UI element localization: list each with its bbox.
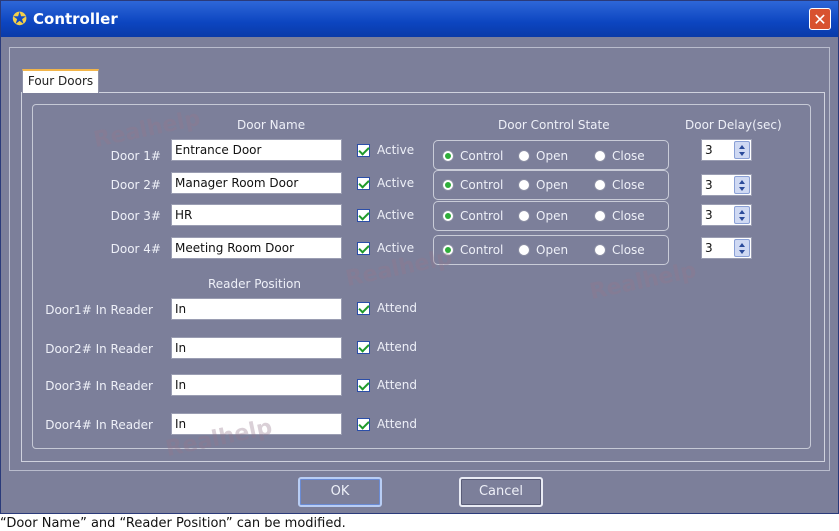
door-4-label: Door 4#: [110, 242, 161, 256]
reader-2-label: Door2# In Reader: [45, 342, 153, 356]
door-3-active-checkbox[interactable]: Active: [357, 208, 414, 222]
door-2-open-radio[interactable]: Open: [518, 178, 568, 192]
spinner-arrows-icon[interactable]: [734, 206, 750, 224]
reader-2-attend-checkbox[interactable]: Attend: [357, 340, 417, 354]
checkbox-check-icon: [357, 143, 370, 157]
door-4-close-radio[interactable]: Close: [594, 243, 645, 257]
cancel-button[interactable]: Cancel: [459, 477, 543, 507]
reader-4-position-input[interactable]: In: [171, 413, 342, 435]
spinner-arrows-icon[interactable]: [734, 176, 750, 194]
reader-position-header: Reader Position: [208, 277, 302, 291]
door-2-control-radio[interactable]: Control: [442, 178, 503, 192]
door-2-active-label: Active: [377, 176, 415, 190]
reader-4-label: Door4# In Reader: [45, 418, 153, 432]
door-3-name-input[interactable]: HR: [171, 204, 342, 226]
door-4-delay-spinner[interactable]: 3: [701, 237, 752, 259]
door-3-control-radio[interactable]: Control: [442, 209, 503, 223]
reader-2-position-input[interactable]: In: [171, 337, 342, 359]
ok-button[interactable]: OK: [298, 477, 382, 507]
door-4-control-radio[interactable]: Control: [442, 243, 503, 257]
reader-3-attend-checkbox[interactable]: Attend: [357, 378, 417, 392]
controller-window: ✪ Controller ✕ Four Doors Door Name Door…: [0, 0, 839, 514]
tab-four-doors[interactable]: Four Doors: [22, 69, 99, 93]
window-title: Controller: [33, 10, 118, 28]
spinner-arrows-icon[interactable]: [734, 141, 750, 159]
reader-1-position-input[interactable]: In: [171, 298, 342, 320]
door-4-active-checkbox[interactable]: Active: [357, 241, 414, 255]
spinner-arrows-icon[interactable]: [734, 239, 750, 257]
door-1-active-label: Active: [377, 143, 415, 157]
close-icon: ✕: [813, 10, 827, 29]
door-delay-header: Door Delay(sec): [685, 118, 782, 132]
reader-1-attend-checkbox[interactable]: Attend: [357, 301, 417, 315]
close-button[interactable]: ✕: [809, 8, 831, 30]
checkbox-check-icon: [357, 340, 370, 354]
reader-4-attend-checkbox[interactable]: Attend: [357, 417, 417, 431]
checkbox-check-icon: [357, 241, 370, 255]
door-1-open-radio[interactable]: Open: [518, 149, 568, 163]
door-4-open-radio[interactable]: Open: [518, 243, 568, 257]
door-2-close-radio[interactable]: Close: [594, 178, 645, 192]
door-3-label: Door 3#: [110, 209, 161, 223]
door-name-header: Door Name: [237, 118, 306, 132]
reader-3-position-input[interactable]: In: [171, 374, 342, 396]
title-bar[interactable]: ✪ Controller ✕: [1, 1, 838, 37]
door-3-delay-spinner[interactable]: 3: [701, 204, 752, 226]
reader-1-label: Door1# In Reader: [45, 303, 153, 317]
reader-1-attend-label: Attend: [377, 301, 418, 315]
door-2-name-input[interactable]: Manager Room Door: [171, 172, 342, 194]
door-2-delay-spinner[interactable]: 3: [701, 174, 752, 196]
reader-2-attend-label: Attend: [377, 340, 418, 354]
door-1-control-radio[interactable]: Control: [442, 149, 503, 163]
door-2-label: Door 2#: [110, 178, 161, 192]
door-3-active-label: Active: [377, 208, 415, 222]
door-3-close-radio[interactable]: Close: [594, 209, 645, 223]
checkbox-check-icon: [357, 378, 370, 392]
door-control-state-header: Door Control State: [498, 118, 610, 132]
door-1-close-radio[interactable]: Close: [594, 149, 645, 163]
reader-4-attend-label: Attend: [377, 417, 418, 431]
door-3-open-radio[interactable]: Open: [518, 209, 568, 223]
reader-3-label: Door3# In Reader: [45, 379, 153, 393]
reader-3-attend-label: Attend: [377, 378, 418, 392]
app-icon: ✪: [12, 9, 28, 30]
checkbox-check-icon: [357, 417, 370, 431]
checkbox-check-icon: [357, 208, 370, 222]
checkbox-check-icon: [357, 176, 370, 190]
caption-text: “Door Name” and “Reader Position” can be…: [0, 516, 346, 531]
door-4-name-input[interactable]: Meeting Room Door: [171, 237, 342, 259]
door-1-label: Door 1#: [110, 149, 161, 163]
door-1-active-checkbox[interactable]: Active: [357, 143, 414, 157]
door-1-delay-spinner[interactable]: 3: [701, 139, 752, 161]
door-2-active-checkbox[interactable]: Active: [357, 176, 414, 190]
door-1-name-input[interactable]: Entrance Door: [171, 139, 342, 161]
door-4-active-label: Active: [377, 241, 415, 255]
checkbox-check-icon: [357, 301, 370, 315]
